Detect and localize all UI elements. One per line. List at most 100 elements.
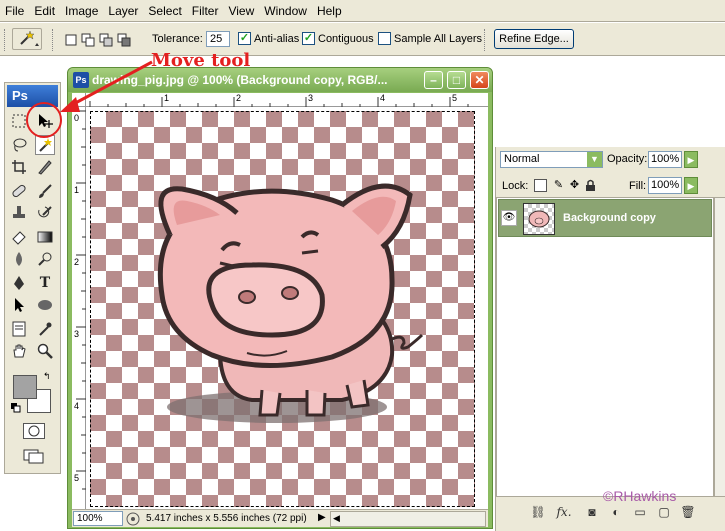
history-brush-icon — [38, 206, 52, 218]
ruler-label: 4 — [74, 401, 80, 411]
tolerance-input[interactable] — [206, 31, 230, 47]
refine-edge-button[interactable]: Refine Edge... — [494, 29, 574, 49]
scroll-left-icon[interactable]: ◀ — [333, 513, 340, 524]
photoshop-doc-icon: Ps — [73, 72, 89, 88]
lock-brush-icon[interactable]: ✎ — [552, 179, 565, 192]
horizontal-ruler[interactable]: 1 2 3 4 5 — [86, 93, 488, 107]
layers-scrollbar[interactable] — [714, 197, 725, 497]
zoom-icon — [37, 343, 53, 359]
layers-list — [496, 197, 714, 497]
brush-tool[interactable] — [35, 181, 55, 201]
ruler-label: 3 — [74, 329, 80, 339]
fill-input[interactable]: 100% — [648, 177, 682, 194]
tolerance-label: Tolerance: — [152, 33, 203, 45]
ruler-label: 0 — [74, 113, 80, 123]
menu-filter[interactable]: Filter — [187, 4, 224, 18]
menu-layer[interactable]: Layer — [103, 4, 143, 18]
fx-icon[interactable]: fx. — [556, 505, 572, 521]
move-icon — [39, 114, 53, 128]
document-titlebar[interactable]: Ps drawing_pig.jpg @ 100% (Background co… — [68, 68, 492, 92]
canvas[interactable] — [86, 107, 488, 509]
eye-icon[interactable]: 👁 — [501, 210, 517, 226]
lasso-tool[interactable] — [9, 135, 29, 155]
screen-mode-button[interactable] — [23, 447, 45, 465]
brush-icon — [39, 184, 52, 198]
opacity-input[interactable]: 100% — [648, 151, 682, 168]
swap-colors-icon[interactable]: ↰ — [43, 371, 51, 382]
history-brush-tool[interactable] — [35, 203, 55, 223]
vertical-ruler[interactable]: 0 1 2 3 4 5 — [72, 107, 86, 509]
ruler-label: 2 — [236, 93, 242, 103]
zoom-tool[interactable] — [35, 341, 55, 361]
document-body: 1 2 3 4 5 0 1 2 3 4 5 — [72, 93, 488, 509]
status-menu-arrow-icon[interactable]: ▶ — [318, 512, 326, 523]
gradient-tool[interactable] — [35, 227, 55, 247]
zoom-level-field[interactable]: 100% — [73, 511, 123, 526]
lock-move-icon[interactable]: ✥ — [568, 179, 581, 192]
minimize-button[interactable]: – — [424, 71, 443, 89]
foreground-color-swatch[interactable] — [13, 375, 37, 399]
lock-transparency-icon[interactable] — [534, 179, 547, 192]
magic-wand-icon — [39, 138, 52, 152]
menu-edit[interactable]: Edit — [29, 4, 60, 18]
status-info-icon[interactable] — [126, 512, 140, 526]
note-icon — [12, 321, 26, 337]
menu-image[interactable]: Image — [60, 4, 103, 18]
eyedropper-tool[interactable] — [35, 319, 55, 339]
blend-mode-value: Normal — [504, 153, 540, 165]
menu-help[interactable]: Help — [312, 4, 347, 18]
sample-all-layers-label: Sample All Layers — [394, 33, 483, 45]
maximize-button[interactable]: □ — [447, 71, 466, 89]
bandage-icon — [12, 184, 26, 198]
blur-tool[interactable] — [9, 249, 29, 269]
link-layers-icon[interactable]: ⛓ — [530, 505, 546, 521]
move-tool[interactable] — [35, 111, 55, 131]
tool-preset-picker[interactable] — [12, 28, 42, 50]
shape-tool[interactable] — [35, 295, 55, 315]
hand-tool[interactable] — [9, 341, 29, 361]
arrow-icon — [15, 298, 24, 312]
menu-select[interactable]: Select — [143, 4, 186, 18]
slice-tool[interactable] — [35, 157, 55, 177]
adjustment-layer-icon[interactable]: ◐ — [608, 505, 624, 521]
new-layer-icon[interactable]: ▢ — [656, 505, 672, 521]
pen-tool[interactable] — [9, 273, 29, 293]
notes-tool[interactable] — [9, 319, 29, 339]
eraser-tool[interactable] — [9, 227, 29, 247]
magic-wand-tool[interactable] — [35, 135, 55, 155]
clone-stamp-tool[interactable] — [9, 203, 29, 223]
sample-all-layers-checkbox[interactable] — [378, 32, 391, 45]
horizontal-scrollbar[interactable]: ◀ — [330, 511, 486, 527]
options-grip[interactable] — [4, 29, 7, 51]
document-size-readout: 5.417 inches x 5.556 inches (72 ppi) — [146, 513, 307, 524]
trash-icon[interactable]: 🗑 — [680, 505, 696, 521]
ruler-label: 2 — [74, 257, 80, 267]
type-tool[interactable]: T — [35, 273, 55, 293]
menu-file[interactable]: File — [0, 4, 29, 18]
new-group-icon[interactable]: ▭ — [632, 505, 648, 521]
lock-all-icon[interactable] — [584, 179, 597, 192]
layer-mask-icon[interactable]: ◙ — [584, 505, 600, 521]
marquee-tool[interactable] — [9, 111, 29, 131]
quick-mask-button[interactable] — [23, 423, 45, 439]
anti-alias-checkbox[interactable]: ✓ — [238, 32, 251, 45]
dodge-tool[interactable] — [35, 249, 55, 269]
default-colors-icon[interactable] — [11, 403, 21, 413]
menu-view[interactable]: View — [223, 4, 259, 18]
pig-drawing — [157, 183, 424, 423]
fill-slider-button[interactable]: ▶ — [684, 177, 698, 194]
opacity-slider-button[interactable]: ▶ — [684, 151, 698, 168]
layer-row[interactable]: 👁 Background copy — [498, 199, 712, 237]
crop-tool[interactable] — [9, 157, 29, 177]
close-button[interactable]: ✕ — [470, 71, 489, 89]
blend-mode-select[interactable]: Normal ▼ — [500, 151, 603, 168]
path-selection-tool[interactable] — [9, 295, 29, 315]
ruler-origin[interactable] — [72, 93, 86, 107]
layers-footer: ⛓ fx. ◙ ◐ ▭ ▢ 🗑 — [496, 501, 725, 531]
menu-window[interactable]: Window — [259, 4, 312, 18]
healing-brush-tool[interactable] — [9, 181, 29, 201]
type-icon: T — [39, 275, 51, 291]
contiguous-checkbox[interactable]: ✓ — [302, 32, 315, 45]
magic-wand-icon — [20, 30, 39, 46]
marquee-icon — [12, 114, 26, 128]
